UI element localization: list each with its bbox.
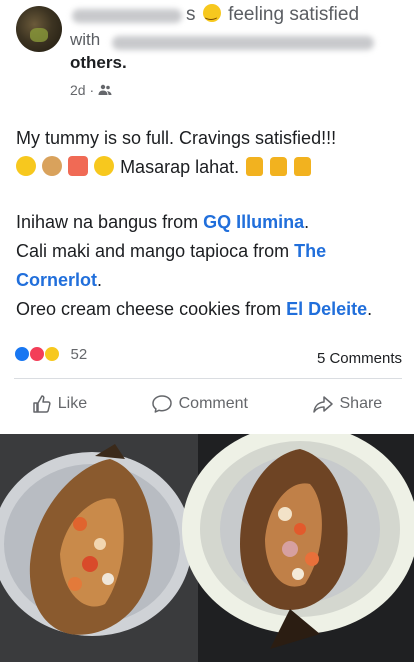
masarap-text: Masarap lahat. bbox=[120, 157, 240, 177]
feeling-text: feeling satisfied bbox=[228, 4, 360, 25]
like-reaction-icon bbox=[14, 346, 30, 362]
reaction-stats: 52 5 Comments bbox=[14, 346, 402, 372]
thumbs-up-emoji-icon bbox=[270, 157, 288, 176]
action-divider bbox=[14, 378, 402, 379]
post-paragraph-cornerlot: Cali maki and mango tapioca from The Cor… bbox=[16, 241, 327, 290]
like-button[interactable]: Like bbox=[32, 394, 87, 414]
post-header: s feeling satisfied with others. 2d · bbox=[0, 0, 414, 108]
thumbs-up-emoji-icon bbox=[246, 157, 264, 176]
others-link[interactable]: others. bbox=[70, 53, 127, 73]
comment-icon bbox=[151, 395, 172, 413]
food-photos-image bbox=[0, 434, 414, 662]
post-paragraph-deleite: Oreo cream cheese cookies from El Deleit… bbox=[16, 299, 373, 319]
comment-button[interactable]: Comment bbox=[151, 394, 248, 414]
post-photos[interactable] bbox=[0, 434, 414, 662]
sushi-emoji-icon bbox=[68, 156, 89, 176]
share-button[interactable]: Share bbox=[312, 394, 383, 414]
post-time[interactable]: 2d · bbox=[70, 82, 112, 98]
post-paragraph-bangus: Inihaw na bangus from GQ Illumina. bbox=[16, 212, 310, 232]
with-line: with bbox=[70, 30, 101, 49]
author-avatar[interactable] bbox=[16, 6, 62, 52]
thumbs-up-emoji-icon bbox=[294, 157, 312, 176]
post-line-2: Masarap lahat. bbox=[16, 153, 406, 182]
like-icon bbox=[33, 395, 51, 413]
yum-emoji-icon bbox=[94, 156, 115, 176]
friends-icon bbox=[98, 84, 112, 95]
wow-reaction-icon bbox=[44, 346, 61, 362]
post-line-1: My tummy is so full. Cravings satisfied!… bbox=[16, 128, 337, 148]
reaction-count: 52 bbox=[70, 346, 88, 363]
cookie-emoji-icon bbox=[42, 156, 63, 176]
share-label: Share bbox=[339, 395, 383, 412]
blurred-author-name bbox=[72, 9, 182, 23]
action-bar: Like Comment Share bbox=[0, 388, 414, 420]
blurred-tagged-names bbox=[112, 36, 374, 50]
share-icon bbox=[312, 396, 333, 413]
like-label: Like bbox=[57, 395, 88, 412]
comments-count[interactable]: 5 Comments bbox=[317, 350, 402, 367]
love-reaction-icon bbox=[29, 346, 46, 362]
author-name-suffix[interactable]: s bbox=[186, 4, 196, 25]
smiley-icon bbox=[202, 4, 221, 22]
page-link-gq-illumina[interactable]: GQ Illumina bbox=[203, 212, 304, 232]
tongue-emoji-icon bbox=[16, 156, 36, 176]
page-link-el-deleite[interactable]: El Deleite bbox=[286, 299, 367, 319]
feeling-line: s feeling satisfied bbox=[186, 4, 359, 26]
comment-label: Comment bbox=[178, 395, 248, 412]
post-text: My tummy is so full. Cravings satisfied!… bbox=[16, 124, 406, 324]
reactions-summary[interactable]: 52 bbox=[14, 346, 87, 363]
